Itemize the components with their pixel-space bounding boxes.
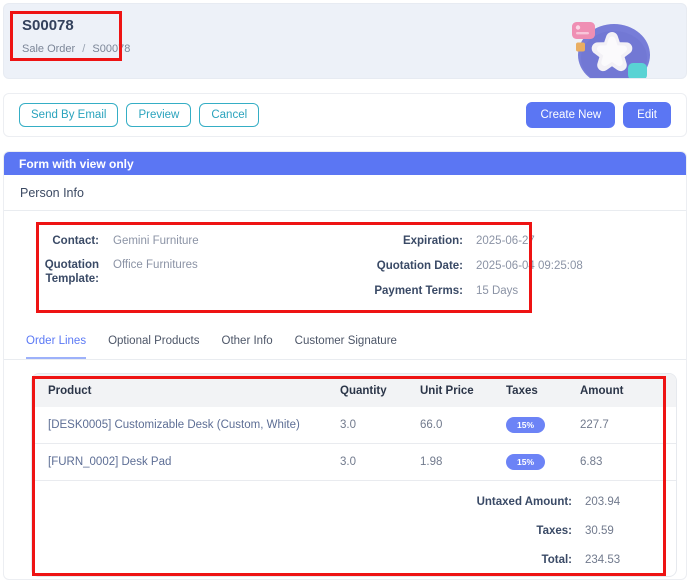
form-card: Form with view only Person Info Contact:… (3, 151, 687, 580)
product-cell: [DESK0005] Customizable Desk (Custom, Wh… (48, 419, 340, 431)
star-illustration-icon (564, 16, 656, 79)
untaxed-amount-value: 203.94 (572, 496, 662, 508)
tab-customer-signature[interactable]: Customer Signature (295, 335, 397, 359)
info-row-quotation-template: Quotation Template: Office Furnitures (39, 258, 198, 286)
contact-label: Contact: (39, 234, 99, 248)
breadcrumb-separator: / (82, 43, 85, 55)
section-title: Person Info (20, 186, 84, 200)
preview-button[interactable]: Preview (126, 103, 191, 127)
quotation-template-label: Quotation Template: (39, 258, 99, 286)
view-only-banner-text: Form with view only (19, 157, 134, 171)
edit-button[interactable]: Edit (623, 102, 671, 128)
quotation-template-value: Office Furnitures (113, 258, 198, 286)
toolbar: Send By Email Preview Cancel Create New … (3, 93, 687, 137)
cancel-button[interactable]: Cancel (199, 103, 259, 127)
tab-order-lines[interactable]: Order Lines (26, 335, 86, 359)
untaxed-amount-row: Untaxed Amount: 203.94 (32, 487, 676, 516)
tabs-divider (4, 359, 686, 360)
amount-cell: 227.7 (580, 419, 676, 431)
quantity-cell: 3.0 (340, 456, 420, 468)
amount-cell: 6.83 (580, 456, 676, 468)
breadcrumb-current: S00078 (92, 43, 130, 55)
breadcrumb-parent-link[interactable]: Sale Order (22, 43, 75, 55)
taxes-cell: 15% (506, 454, 580, 471)
quantity-cell: 3.0 (340, 419, 420, 431)
grand-total-value: 234.53 (572, 554, 662, 566)
taxes-total-label: Taxes: (536, 525, 572, 537)
payment-terms-value: 15 Days (476, 284, 518, 298)
send-by-email-button[interactable]: Send By Email (19, 103, 118, 127)
table-row[interactable]: [DESK0005] Customizable Desk (Custom, Wh… (32, 407, 676, 444)
create-new-button[interactable]: Create New (526, 102, 615, 128)
tab-other-info[interactable]: Other Info (222, 335, 273, 359)
expiration-label: Expiration: (333, 234, 463, 248)
expiration-value: 2025-06-27 (476, 234, 535, 248)
col-header-amount: Amount (580, 385, 676, 397)
quotation-date-value: 2025-06-04 09:25:08 (476, 259, 583, 273)
info-row-quotation-date: Quotation Date: 2025-06-04 09:25:08 (333, 259, 583, 273)
tab-optional-products[interactable]: Optional Products (108, 335, 199, 359)
header: S00078 Sale Order / S00078 (3, 3, 687, 79)
info-row-expiration: Expiration: 2025-06-27 (333, 234, 535, 248)
quotation-date-label: Quotation Date: (333, 259, 463, 273)
table-header-row: Product Quantity Unit Price Taxes Amount (32, 374, 676, 407)
totals-block: Untaxed Amount: 203.94 Taxes: 30.59 Tota… (32, 487, 676, 574)
taxes-total-row: Taxes: 30.59 (32, 516, 676, 545)
view-only-banner: Form with view only (4, 152, 686, 175)
taxes-total-value: 30.59 (572, 525, 662, 537)
order-lines-table: Product Quantity Unit Price Taxes Amount… (31, 373, 677, 577)
col-header-taxes: Taxes (506, 385, 580, 397)
unit-price-cell: 66.0 (420, 419, 506, 431)
grand-total-row: Total: 234.53 (32, 545, 676, 574)
info-row-payment-terms: Payment Terms: 15 Days (333, 284, 518, 298)
breadcrumb: Sale Order / S00078 (22, 43, 130, 55)
section-divider (4, 210, 686, 211)
col-header-quantity: Quantity (340, 385, 420, 397)
table-row[interactable]: [FURN_0002] Desk Pad 3.0 1.98 15% 6.83 (32, 444, 676, 481)
contact-value: Gemini Furniture (113, 234, 199, 248)
payment-terms-label: Payment Terms: (333, 284, 463, 298)
notebook-tabs: Order Lines Optional Products Other Info… (4, 335, 686, 359)
taxes-cell: 15% (506, 417, 580, 434)
info-row-contact: Contact: Gemini Furniture (39, 234, 199, 248)
unit-price-cell: 1.98 (420, 456, 506, 468)
grand-total-label: Total: (542, 554, 572, 566)
tax-badge: 15% (506, 454, 545, 471)
col-header-unit-price: Unit Price (420, 385, 506, 397)
page-title: S00078 (22, 17, 74, 34)
product-cell: [FURN_0002] Desk Pad (48, 456, 340, 468)
untaxed-amount-label: Untaxed Amount: (477, 496, 572, 508)
col-header-product: Product (48, 385, 340, 397)
tax-badge: 15% (506, 417, 545, 434)
